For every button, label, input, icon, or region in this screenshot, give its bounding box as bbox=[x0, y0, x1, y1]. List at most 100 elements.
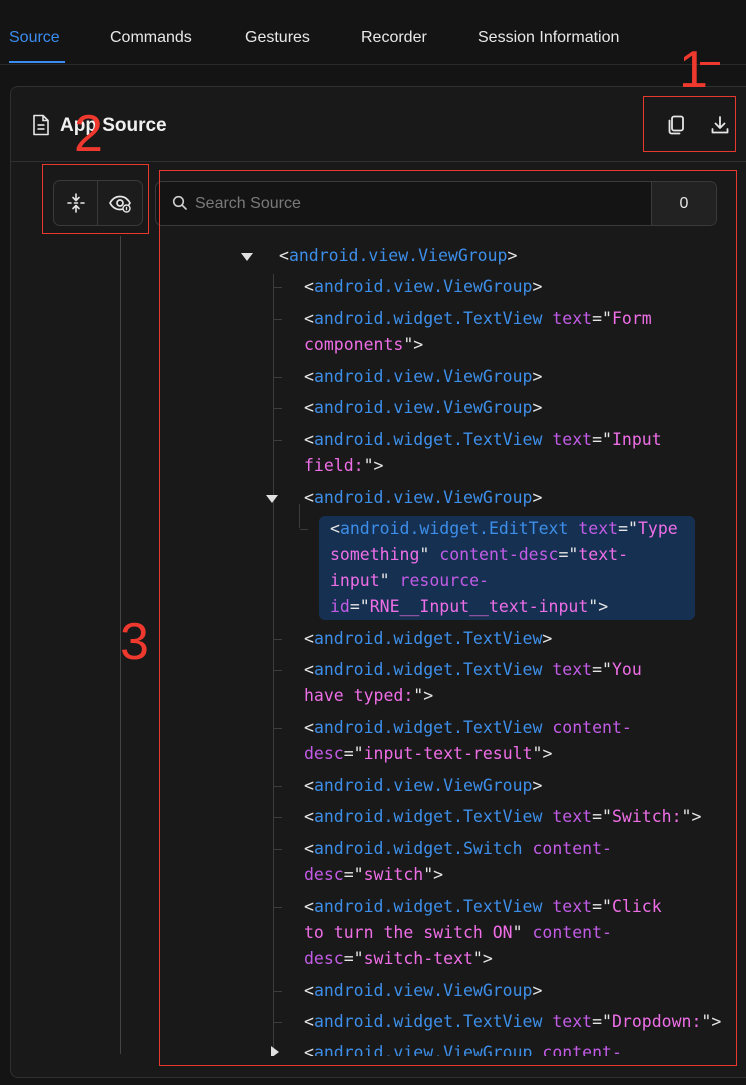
tree-node-token: have typed: bbox=[304, 686, 414, 705]
tree-node-token: < bbox=[304, 277, 314, 296]
tree-node-token: desc bbox=[304, 865, 344, 884]
tree-node[interactable]: <android.widget.TextView text="Click to t… bbox=[304, 894, 662, 972]
tree-node-token: switch bbox=[363, 865, 424, 884]
tree-node-token: content-desc bbox=[439, 545, 559, 564]
tree-node[interactable]: <android.widget.TextView text="You have t… bbox=[304, 657, 642, 709]
tab-gestures[interactable]: Gestures bbox=[245, 29, 310, 47]
tree-node[interactable]: <android.widget.TextView text="Form compo… bbox=[304, 306, 652, 358]
tree-node-token: content- bbox=[542, 1043, 622, 1056]
tree-node-token: android.widget.EditText bbox=[339, 519, 569, 538]
tree-node[interactable]: <android.view.ViewGroup> bbox=[304, 274, 542, 300]
tree-node-token: > bbox=[507, 246, 518, 265]
active-tab-indicator bbox=[9, 61, 65, 63]
tree-node-token bbox=[542, 660, 552, 679]
caret-right-icon[interactable] bbox=[271, 1046, 279, 1056]
tree-node-token bbox=[542, 430, 552, 449]
tree-branch-tick bbox=[274, 639, 282, 640]
tree-node-token: text bbox=[552, 430, 593, 449]
tree-node[interactable]: <android.view.ViewGroup> bbox=[304, 364, 542, 390]
tree-branch-tick bbox=[274, 440, 282, 441]
tree-node[interactable]: <android.view.ViewGroup> bbox=[279, 243, 517, 269]
tree-node[interactable]: <android.view.ViewGroup> bbox=[304, 773, 542, 799]
tab-source[interactable]: Source bbox=[9, 29, 60, 47]
tree-node[interactable]: <android.widget.TextView text="Switch:"> bbox=[304, 804, 701, 830]
tree-node-token bbox=[542, 718, 552, 737]
download-xml-button[interactable] bbox=[704, 109, 736, 141]
tree-node-token: text bbox=[578, 519, 619, 538]
tree-node-token: "> bbox=[681, 807, 702, 826]
tree-node-line: <android.widget.TextView text="Input bbox=[304, 427, 662, 453]
tree-node-selected[interactable]: <android.widget.EditText text="Type somet… bbox=[330, 516, 678, 620]
tree-node-line: input" resource- bbox=[330, 568, 678, 594]
tree-node[interactable]: <android.widget.TextView content-desc="i… bbox=[304, 715, 632, 767]
tree-node-line: <android.widget.TextView text="Click bbox=[304, 894, 662, 920]
tree-node-token bbox=[542, 309, 552, 328]
tree-node-token bbox=[568, 519, 578, 538]
copy-xml-button[interactable] bbox=[660, 109, 692, 141]
tree-node-token: android.view.ViewGroup bbox=[313, 488, 533, 507]
tree-node-token: > bbox=[532, 981, 543, 1000]
tree-branch-tick bbox=[274, 319, 282, 320]
tree-node[interactable]: <android.widget.TextView> bbox=[304, 626, 552, 652]
search-match-count: 0 bbox=[651, 182, 716, 225]
tree-node-token: text bbox=[552, 1012, 593, 1031]
tab-session-information[interactable]: Session Information bbox=[478, 29, 619, 47]
tree-node-token: android.view.ViewGroup bbox=[313, 776, 533, 795]
tree-node-token: > bbox=[532, 367, 543, 386]
tree-node-token: text bbox=[552, 807, 593, 826]
tab-bar: Source Commands Gestures Recorder Sessio… bbox=[0, 0, 746, 65]
tree-node-token: content- bbox=[552, 718, 632, 737]
caret-down-icon[interactable] bbox=[241, 253, 253, 261]
tree-node[interactable]: <android.view.ViewGroup> bbox=[304, 395, 542, 421]
annotation-label-2: 2 bbox=[74, 105, 103, 163]
tree-node-line: <android.view.ViewGroup> bbox=[304, 364, 542, 390]
tree-node-token: =" bbox=[343, 865, 364, 884]
tree-node-line: <android.view.ViewGroup content- bbox=[304, 1040, 622, 1056]
tree-node-token: android.view.ViewGroup bbox=[313, 398, 533, 417]
tree-branch-tick bbox=[274, 377, 282, 378]
tree-node-token: =" bbox=[592, 1012, 612, 1031]
source-tree[interactable]: <android.view.ViewGroup> <android.view.Vi… bbox=[160, 236, 736, 1056]
tree-node-token: < bbox=[304, 367, 314, 386]
tree-node-line: id="RNE__Input__text-input"> bbox=[330, 594, 678, 620]
tree-node-token: content- bbox=[532, 839, 612, 858]
search-input[interactable] bbox=[193, 190, 647, 218]
tree-node-token: Type bbox=[637, 519, 678, 538]
tree-branch-tick bbox=[274, 287, 282, 288]
tree-node-token: text bbox=[552, 897, 593, 916]
tree-node-token: Dropdown: bbox=[611, 1012, 702, 1031]
tree-node-token: text bbox=[552, 309, 593, 328]
tree-node-line: <android.widget.TextView text="You bbox=[304, 657, 642, 683]
tree-node-token: "> bbox=[532, 744, 553, 763]
tree-node-line: <android.widget.Switch content- bbox=[304, 836, 612, 862]
tree-node-token: android.widget.TextView bbox=[313, 897, 543, 916]
tree-node-token: to turn the switch ON bbox=[304, 923, 513, 942]
tree-node-line: desc="switch"> bbox=[304, 862, 612, 888]
tree-node-token: > bbox=[532, 277, 543, 296]
tree-node-line: field:"> bbox=[304, 453, 662, 479]
annotation-label-3: 3 bbox=[120, 613, 149, 671]
tree-node-line: components"> bbox=[304, 332, 652, 358]
tree-node-token: android.widget.TextView bbox=[313, 807, 543, 826]
tree-node-line: <android.widget.EditText text="Type bbox=[330, 516, 678, 542]
tree-node[interactable]: <android.view.ViewGroup content- bbox=[304, 1040, 622, 1056]
tab-recorder[interactable]: Recorder bbox=[361, 29, 427, 47]
tree-node-token bbox=[542, 1012, 552, 1031]
toggle-attributes-button[interactable] bbox=[98, 181, 141, 225]
tree-node[interactable]: <android.view.ViewGroup> bbox=[304, 485, 542, 511]
tree-node-line: <android.widget.TextView> bbox=[304, 626, 552, 652]
tab-commands[interactable]: Commands bbox=[110, 29, 192, 47]
collapse-all-button[interactable] bbox=[54, 181, 97, 225]
tree-node-token: " bbox=[512, 923, 533, 942]
tree-node-token: < bbox=[304, 718, 314, 737]
tree-node[interactable]: <android.widget.TextView text="Dropdown:… bbox=[304, 1009, 721, 1035]
tree-node[interactable]: <android.widget.TextView text="Input fiel… bbox=[304, 427, 662, 479]
tree-node-token: content- bbox=[532, 923, 612, 942]
tree-node[interactable]: <android.widget.Switch content-desc="swi… bbox=[304, 836, 612, 888]
tree-node[interactable]: <android.view.ViewGroup> bbox=[304, 978, 542, 1004]
tree-node-token: components bbox=[304, 335, 404, 354]
tree-node-token: < bbox=[304, 629, 314, 648]
tree-node-line: to turn the switch ON" content- bbox=[304, 920, 662, 946]
tree-node-line: something" content-desc="text- bbox=[330, 542, 678, 568]
caret-down-icon[interactable] bbox=[266, 495, 278, 503]
